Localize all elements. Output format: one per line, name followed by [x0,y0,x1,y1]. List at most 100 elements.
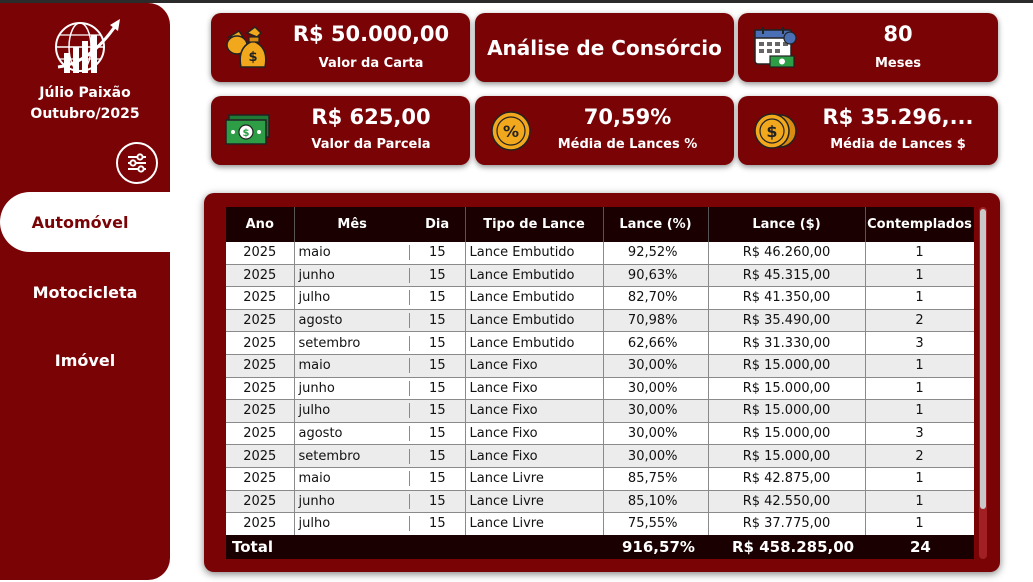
cell-mes-dia: julho 15 [294,286,466,310]
cell-mes-dia: julho 15 [294,512,466,536]
cell-tipo: Lance Fixo [465,377,604,401]
cell-contemplados: 3 [865,422,974,446]
cell-ano: 2025 [226,242,295,265]
table-row[interactable]: 2025 agosto 15 Lance Fixo 30,00% R$ 15.000,00… [226,422,974,446]
table-row[interactable]: 2025 maio 15 Lance Fixo 30,00% R$ 15.000,00 1 [226,354,974,378]
nav-item-imovel[interactable]: Imóvel [0,351,170,370]
cell-mes: junho [295,493,411,509]
cell-mes-dia: agosto 15 [294,309,466,333]
cell-lance-pct: 82,70% [603,286,709,310]
table-row[interactable]: 2025 julho 15 Lance Livre 75,55% R$ 37.775,00… [226,512,974,536]
column-header-mes[interactable]: Mês [295,217,410,232]
cell-lance-valor: R$ 15.000,00 [708,399,866,423]
cell-tipo: Lance Livre [465,467,604,491]
cell-tipo: Lance Embutido [465,286,604,310]
cell-lance-pct: 30,00% [603,377,709,401]
cell-dia: 15 [429,403,446,419]
cell-contemplados: 1 [865,354,974,378]
svg-text:$: $ [766,122,777,141]
card-value: R$ 625,00 [311,105,431,129]
cell-lance-pct: 30,00% [603,444,709,468]
cell-mes: agosto [295,313,411,329]
dashboard-title: Análise de Consórcio [487,36,722,60]
cell-mes-dia: setembro 15 [294,331,466,355]
cell-dia: 15 [429,493,446,509]
table-row[interactable]: 2025 maio 15 Lance Livre 85,75% R$ 42.875,00 1 [226,467,974,491]
table-row[interactable]: 2025 junho 15 Lance Livre 85,10% R$ 42.550,00… [226,490,974,514]
cell-mes: maio [295,471,411,487]
cell-lance-valor: R$ 42.875,00 [708,467,866,491]
cell-mes-dia: junho 15 [294,377,466,401]
cell-contemplados: 1 [865,242,974,265]
cell-contemplados: 1 [865,490,974,514]
column-header[interactable]: Mês Dia [294,207,466,242]
calendar-money-icon [754,27,797,68]
cell-contemplados: 3 [865,331,974,355]
card-value: R$ 35.296,... [822,105,974,129]
cell-mes-dia: junho 15 [294,264,466,288]
card-label: Média de Lances % [557,137,698,152]
svg-text:%: % [503,122,519,141]
nav-item-motocicleta[interactable]: Motocicleta [0,283,170,302]
table-row[interactable]: 2025 junho 15 Lance Fixo 30,00% R$ 15.000,00 1 [226,377,974,401]
cell-mes-dia: maio 15 [294,354,466,378]
table-row[interactable]: 2025 agosto 15 Lance Embutido 70,98% R$ 35.49… [226,309,974,333]
cell-lance-valor: R$ 41.350,00 [708,286,866,310]
card-valor-carta: $ R$ 50.000,00 Valor da Carta [211,13,470,82]
column-header[interactable]: Lance ($) [708,207,866,242]
cell-dia: 15 [429,245,446,261]
nav-item-automovel[interactable]: Automóvel [0,192,172,252]
cell-tipo: Lance Embutido [465,264,604,288]
card-title: Análise de Consórcio [475,13,734,82]
card-valor-parcela: $ R$ 625,00 Valor da Parcela [211,96,470,165]
cell-lance-pct: 75,55% [603,512,709,536]
cell-lance-pct: 62,66% [603,331,709,355]
cell-ano: 2025 [226,354,295,378]
card-label: Valor da Parcela [311,137,431,152]
column-header[interactable]: Ano [226,207,295,242]
table-scrollbar-thumb[interactable] [980,209,986,509]
cell-mes: julho [295,290,411,306]
cell-tipo: Lance Embutido [465,309,604,333]
cell-mes: junho [295,267,411,283]
dollar-coin-icon: $ [754,113,797,149]
cell-lance-valor: R$ 15.000,00 [708,377,866,401]
filter-button[interactable] [116,142,158,184]
column-header[interactable]: Tipo de Lance [465,207,604,242]
cell-dia: 15 [429,267,446,283]
cell-contemplados: 1 [865,264,974,288]
cell-contemplados: 2 [865,309,974,333]
table-row[interactable]: 2025 julho 15 Lance Fixo 30,00% R$ 15.000,00 1 [226,399,974,423]
cell-contemplados: 1 [865,467,974,491]
table-row[interactable]: 2025 julho 15 Lance Embutido 82,70% R$ 41.350… [226,286,974,310]
nav-item-label: Automóvel [31,213,129,232]
table-header-row: Ano Mês Dia Tipo de Lance Lance (%) Lanc… [226,207,974,242]
cell-tipo: Lance Embutido [465,331,604,355]
card-media-lances-pct: % 70,59% Média de Lances % [475,96,734,165]
card-label: Meses [874,56,922,71]
cell-dia: 15 [429,358,446,374]
table-row[interactable]: 2025 junho 15 Lance Embutido 90,63% R$ 45.315… [226,264,974,288]
table-row[interactable]: 2025 setembro 15 Lance Embutido 62,66% R$ 31.… [226,331,974,355]
cell-dia: 15 [429,426,446,442]
column-header-dia[interactable]: Dia [410,217,465,232]
column-header[interactable]: Contemplados [865,207,974,242]
cell-mes-dia: junho 15 [294,490,466,514]
cell-mes-dia: maio 15 [294,242,466,265]
cell-lance-valor: R$ 42.550,00 [708,490,866,514]
table-row[interactable]: 2025 maio 15 Lance Embutido 92,52% R$ 46.260,… [226,242,974,265]
column-header[interactable]: Lance (%) [603,207,709,242]
card-label: Valor da Carta [318,56,424,71]
user-name: Júlio Paixão [39,85,131,101]
cell-lance-pct: 30,00% [603,422,709,446]
cell-lance-pct: 92,52% [603,242,709,265]
card-label: Média de Lances $ [830,137,966,152]
percent-coin-icon: % [491,111,531,151]
cell-tipo: Lance Fixo [465,399,604,423]
data-table: Ano Mês Dia Tipo de Lance Lance (%) Lanc… [226,207,974,536]
cell-contemplados: 1 [865,377,974,401]
card-media-lances-valor: $ R$ 35.296,... Média de Lances $ [738,96,998,165]
cell-ano: 2025 [226,467,295,491]
cell-lance-pct: 90,63% [603,264,709,288]
table-row[interactable]: 2025 setembro 15 Lance Fixo 30,00% R$ 15.000,… [226,444,974,468]
